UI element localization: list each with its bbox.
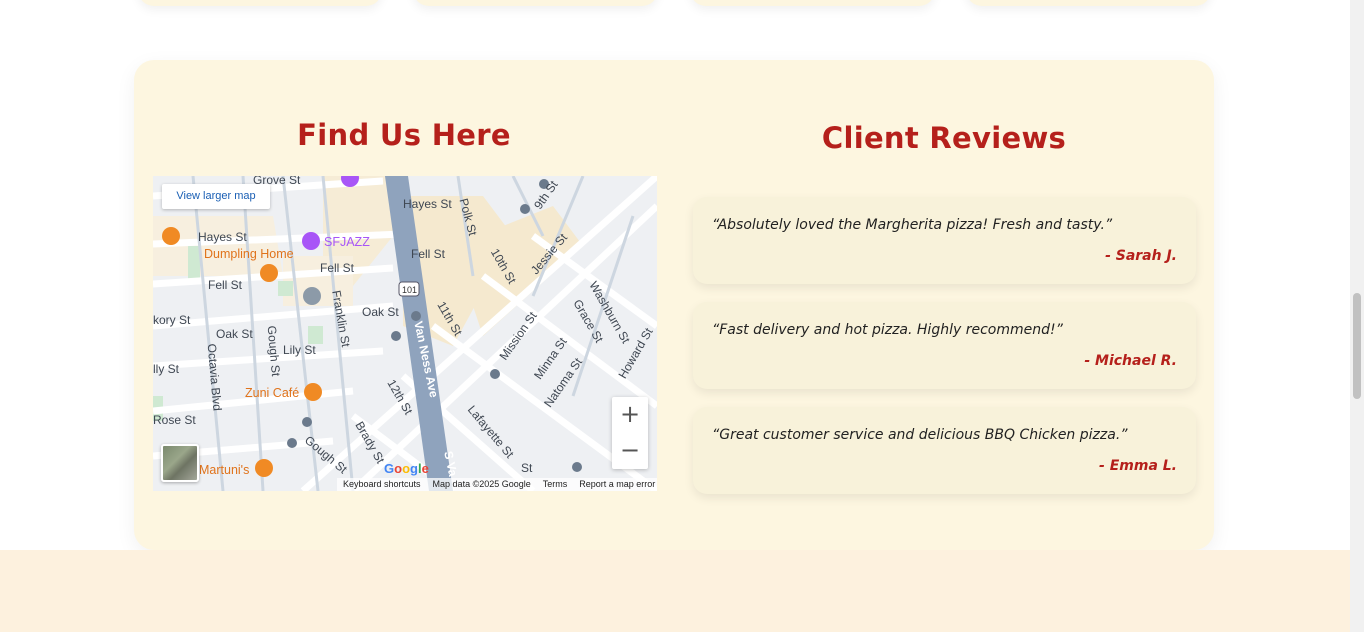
map-data-text: Map data ©2025 Google — [432, 479, 531, 489]
map-label: Fell St — [208, 278, 243, 292]
scrollbar-thumb[interactable] — [1353, 293, 1361, 399]
top-card — [966, 0, 1211, 6]
top-card — [690, 0, 935, 6]
review-text: “Great customer service and delicious BB… — [712, 427, 1128, 443]
map-canvas[interactable]: Grove St Hayes St Hayes St Fell St Fell … — [153, 176, 657, 491]
map-label: SFJAZZ — [324, 235, 370, 249]
map-label: Oak St — [362, 305, 399, 319]
find-us-heading: Find Us Here — [297, 118, 511, 152]
map-label: St — [521, 461, 533, 475]
terms-link[interactable]: Terms — [543, 478, 568, 491]
map-attribution: Keyboard shortcuts Map data ©2025 Google… — [337, 478, 657, 491]
keyboard-shortcuts-link[interactable]: Keyboard shortcuts — [343, 478, 421, 491]
map-label: Lily St — [283, 343, 316, 357]
map-label: Zuni Café — [245, 386, 299, 400]
review-author: - Michael R. — [1084, 353, 1177, 369]
review-card: “Great customer service and delicious BB… — [693, 407, 1196, 494]
map-label: lly St — [153, 362, 180, 376]
map-label: Fell St — [320, 261, 355, 275]
google-logo: Google — [384, 461, 429, 476]
page: Find Us Here Client Reviews Grove St Hay… — [0, 0, 1350, 632]
embedded-map[interactable]: Grove St Hayes St Hayes St Fell St Fell … — [153, 176, 657, 491]
reviews-heading: Client Reviews — [821, 121, 1067, 155]
review-text: “Fast delivery and hot pizza. Highly rec… — [712, 322, 1063, 338]
zoom-in-button[interactable]: + — [612, 397, 648, 433]
page-scrollbar[interactable] — [1350, 0, 1364, 632]
map-label: kory St — [153, 313, 191, 327]
map-label: Fell St — [411, 247, 446, 261]
map-label: Oak St — [216, 327, 253, 341]
top-card — [138, 0, 382, 6]
route-shield: 101 — [402, 285, 417, 295]
review-author: - Emma L. — [1099, 458, 1177, 474]
map-label: Martuni's — [199, 463, 249, 477]
review-card: “Fast delivery and hot pizza. Highly rec… — [693, 302, 1196, 389]
review-card: “Absolutely loved the Margherita pizza! … — [693, 197, 1196, 284]
location-reviews-section: Find Us Here Client Reviews Grove St Hay… — [134, 60, 1214, 550]
zoom-out-button[interactable]: − — [612, 433, 648, 469]
view-larger-map-link[interactable]: View larger map — [162, 184, 270, 209]
map-label: Hayes St — [403, 197, 452, 211]
satellite-toggle-icon[interactable] — [161, 444, 199, 482]
zoom-controls: + − — [612, 397, 648, 469]
report-map-error-link[interactable]: Report a map error — [579, 478, 655, 491]
map-label: Rose St — [153, 413, 196, 427]
map-label: Dumpling Home — [204, 247, 294, 261]
top-card — [413, 0, 658, 6]
review-author: - Sarah J. — [1105, 248, 1177, 264]
map-label: Hayes St — [198, 230, 247, 244]
footer-band — [0, 550, 1350, 632]
review-text: “Absolutely loved the Margherita pizza! … — [712, 217, 1113, 233]
